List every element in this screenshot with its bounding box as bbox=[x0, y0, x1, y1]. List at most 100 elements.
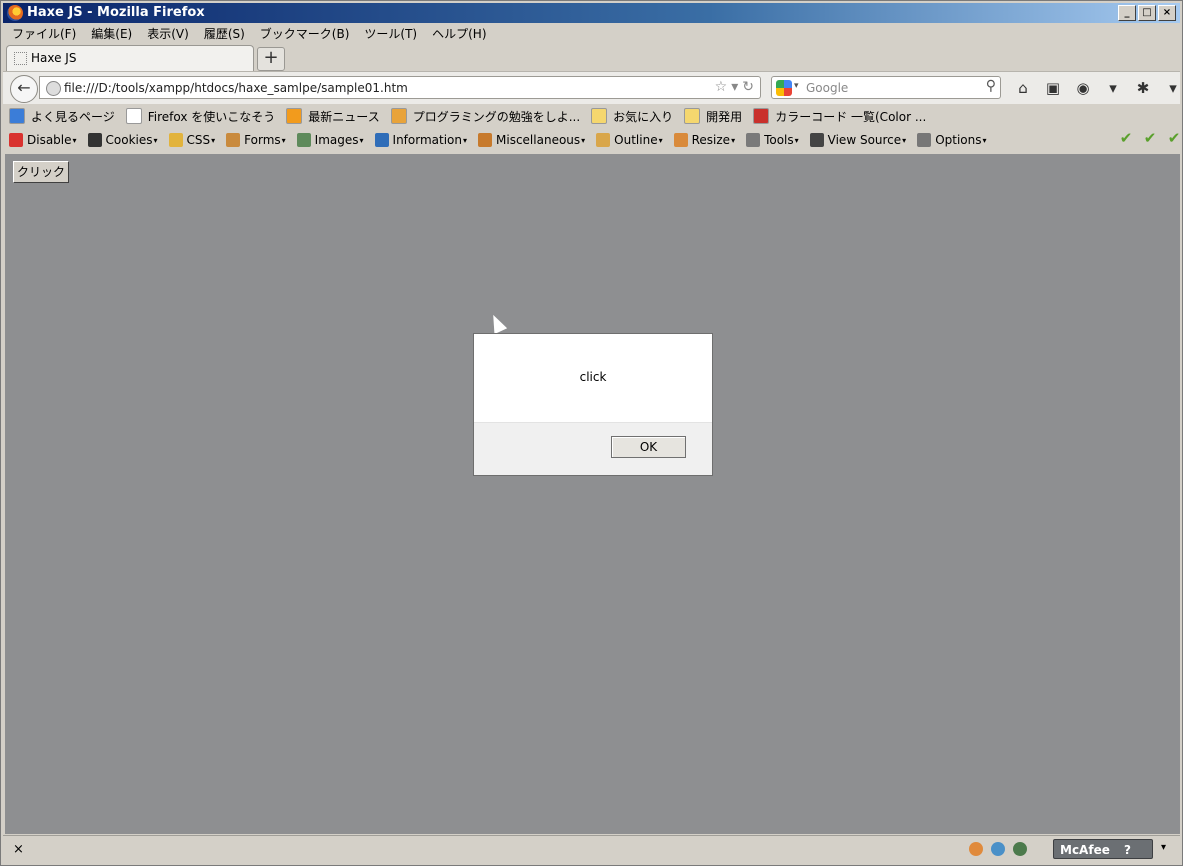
check-icon[interactable]: ✔ bbox=[1142, 129, 1158, 147]
title-bar[interactable]: Haxe JS - Mozilla Firefox _ □ × bbox=[3, 3, 1180, 23]
bookmark-icon bbox=[591, 108, 608, 124]
screenshot-dropdown-icon[interactable]: ▾ bbox=[1101, 78, 1125, 98]
google-icon[interactable] bbox=[776, 80, 792, 96]
cookies-icon bbox=[87, 133, 102, 147]
tab-haxe-js[interactable]: Haxe JS bbox=[6, 45, 254, 71]
options-icon bbox=[917, 133, 932, 147]
search-bar[interactable]: ▾ Google ⚲ bbox=[771, 76, 1001, 99]
webdev-label: Tools bbox=[764, 133, 794, 147]
menu-view[interactable]: 表示(V) bbox=[140, 23, 197, 41]
window-title: Haxe JS - Mozilla Firefox bbox=[27, 5, 205, 20]
search-input[interactable]: Google bbox=[806, 81, 848, 95]
bookmark-icon bbox=[125, 108, 142, 124]
fullscreen-icon[interactable]: ▣ bbox=[1041, 78, 1065, 98]
help-icon[interactable]: ? bbox=[1124, 843, 1131, 857]
webdev-menu-tools[interactable]: Tools ▾ bbox=[740, 133, 804, 147]
dropdown-caret-icon: ▾ bbox=[982, 135, 987, 145]
bookmark-label: よく見るページ bbox=[31, 109, 115, 124]
mcafee-label: McAfee bbox=[1060, 843, 1110, 857]
images-icon bbox=[296, 133, 311, 147]
menu-file[interactable]: ファイル(F) bbox=[5, 23, 84, 41]
close-window-button[interactable]: × bbox=[1158, 5, 1176, 21]
menu-bookmarks[interactable]: ブックマーク(B) bbox=[253, 23, 358, 41]
webdev-menu-cookies[interactable]: Cookies ▾ bbox=[82, 133, 163, 147]
webdev-menu-miscellaneous[interactable]: Miscellaneous ▾ bbox=[472, 133, 590, 147]
css-icon bbox=[168, 133, 183, 147]
alert-message: click bbox=[579, 370, 607, 384]
webdev-label: Miscellaneous bbox=[496, 133, 581, 147]
bookmark-star-icon[interactable]: ☆ bbox=[715, 79, 728, 95]
webdev-menu-options[interactable]: Options ▾ bbox=[911, 133, 991, 147]
check-icon[interactable]: ✔ bbox=[1166, 129, 1182, 147]
miscellaneous-icon bbox=[478, 133, 493, 147]
bookmark-item[interactable]: お気に入り bbox=[585, 105, 678, 127]
sync-icon[interactable] bbox=[991, 842, 1005, 856]
reload-icon[interactable]: ↻ bbox=[742, 79, 754, 95]
menu-tools[interactable]: ツール(T) bbox=[357, 23, 425, 41]
click-button[interactable]: クリック bbox=[13, 161, 69, 183]
bookmark-item[interactable]: カラーコード 一覧(Color ... bbox=[747, 105, 931, 127]
alert-dialog: click OK bbox=[473, 333, 713, 476]
bookmark-item[interactable]: プログラミングの勉強をしよ... bbox=[385, 105, 585, 127]
webdev-menu-disable[interactable]: Disable ▾ bbox=[3, 133, 82, 147]
tab-strip: Haxe JS + bbox=[3, 43, 1180, 71]
dropdown-caret-icon: ▾ bbox=[463, 135, 468, 145]
menu-bar: ファイル(F) 編集(E) 表示(V) 履歴(S) ブックマーク(B) ツール(… bbox=[5, 23, 495, 41]
webdev-label: View Source bbox=[827, 133, 902, 147]
bookmark-item[interactable]: よく見るページ bbox=[3, 105, 120, 127]
webdev-label: Information bbox=[392, 133, 462, 147]
home-icon[interactable]: ⌂ bbox=[1011, 78, 1035, 98]
webdev-menu-forms[interactable]: Forms ▾ bbox=[220, 133, 291, 147]
url-history-dropdown-icon[interactable]: ▾ bbox=[731, 79, 738, 95]
back-button[interactable]: ← bbox=[10, 75, 38, 103]
ok-button[interactable]: OK bbox=[611, 436, 686, 458]
maximize-button[interactable]: □ bbox=[1138, 5, 1156, 21]
dropdown-caret-icon: ▾ bbox=[794, 135, 799, 145]
url-bar[interactable]: file:///D:/tools/xampp/htdocs/haxe_samlp… bbox=[39, 76, 761, 99]
mcafee-button[interactable]: McAfee ? bbox=[1053, 839, 1153, 859]
webdev-label: Disable bbox=[27, 133, 72, 147]
dropdown-caret-icon: ▾ bbox=[153, 135, 158, 145]
webdev-menu-view-source[interactable]: View Source ▾ bbox=[804, 133, 912, 147]
search-engine-caret-icon[interactable]: ▾ bbox=[794, 81, 799, 91]
webdev-menu-images[interactable]: Images ▾ bbox=[291, 133, 369, 147]
addon-icon[interactable]: ✱ bbox=[1131, 78, 1155, 98]
alert-footer: OK bbox=[474, 422, 712, 475]
bookmarks-toolbar: よく見るページ Firefox を使いこなそう 最新ニュース プログラミングの勉強をし… bbox=[3, 105, 1180, 127]
menu-help[interactable]: ヘルプ(H) bbox=[425, 23, 494, 41]
search-icon[interactable]: ⚲ bbox=[986, 78, 996, 94]
webdev-menu-information[interactable]: Information ▾ bbox=[369, 133, 472, 147]
firebug-icon[interactable] bbox=[969, 842, 983, 856]
bookmark-icon bbox=[390, 108, 407, 124]
webdev-label: Options bbox=[935, 133, 982, 147]
menu-edit[interactable]: 編集(E) bbox=[84, 23, 140, 41]
bookmark-item[interactable]: Firefox を使いこなそう bbox=[120, 105, 281, 127]
dropdown-caret-icon: ▾ bbox=[581, 135, 586, 145]
webdev-menu-resize[interactable]: Resize ▾ bbox=[668, 133, 740, 147]
status-dropdown-icon[interactable]: ▾ bbox=[1161, 842, 1166, 853]
bookmark-label: 開発用 bbox=[706, 109, 743, 124]
webdev-label: Resize bbox=[691, 133, 731, 147]
bookmark-item[interactable]: 最新ニュース bbox=[280, 105, 384, 127]
dropdown-caret-icon: ▾ bbox=[902, 135, 907, 145]
security-status-icon[interactable] bbox=[1013, 842, 1027, 856]
blank-page-icon bbox=[14, 52, 27, 65]
screenshot-icon[interactable]: ◉ bbox=[1071, 78, 1095, 98]
bookmark-label: Firefox を使いこなそう bbox=[147, 109, 276, 124]
bookmark-label: カラーコード 一覧(Color ... bbox=[775, 109, 927, 124]
webdev-menu-css[interactable]: CSS ▾ bbox=[163, 133, 221, 147]
globe-icon bbox=[46, 81, 61, 96]
addon-dropdown-icon[interactable]: ▾ bbox=[1161, 78, 1183, 98]
bookmark-icon bbox=[684, 108, 701, 124]
dropdown-caret-icon: ▾ bbox=[359, 135, 364, 145]
webdev-menu-outline[interactable]: Outline ▾ bbox=[590, 133, 667, 147]
minimize-button[interactable]: _ bbox=[1118, 5, 1136, 21]
bookmark-item[interactable]: 開発用 bbox=[678, 105, 747, 127]
new-tab-button[interactable]: + bbox=[257, 47, 285, 71]
bookmark-label: プログラミングの勉強をしよ... bbox=[412, 109, 581, 124]
close-addon-bar-icon[interactable]: × bbox=[13, 842, 24, 857]
check-icon[interactable]: ✔ bbox=[1118, 129, 1134, 147]
url-input[interactable]: file:///D:/tools/xampp/htdocs/haxe_samlp… bbox=[64, 81, 408, 95]
view-source-icon bbox=[809, 133, 824, 147]
menu-history[interactable]: 履歴(S) bbox=[197, 23, 253, 41]
